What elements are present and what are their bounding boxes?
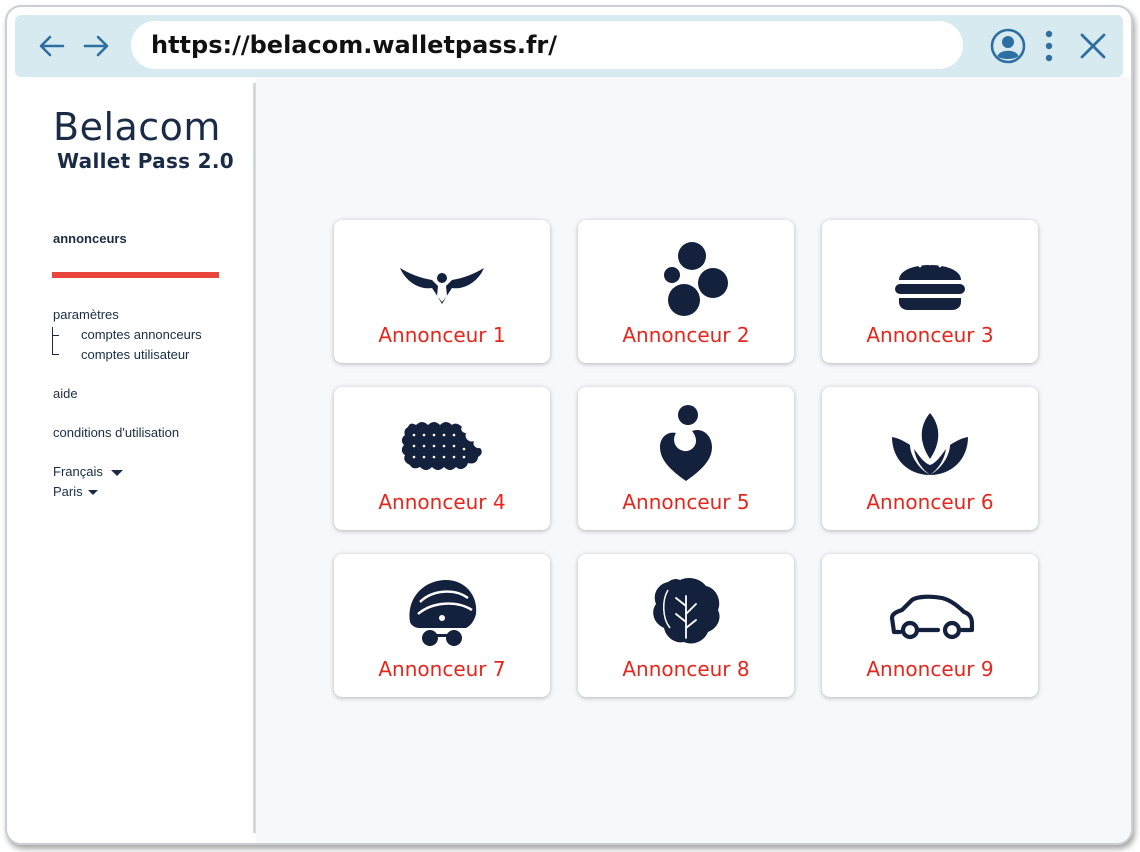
- advertiser-card-7[interactable]: Annonceur 7: [334, 554, 550, 697]
- turban-icon: [398, 572, 486, 650]
- back-button[interactable]: [35, 29, 69, 63]
- advertiser-card-5[interactable]: Annonceur 5: [578, 387, 794, 530]
- advertiser-label: Annonceur 4: [378, 490, 506, 514]
- language-value: Français: [53, 464, 103, 479]
- advertiser-label: Annonceur 2: [622, 323, 750, 347]
- advertiser-card-9[interactable]: Annonceur 9: [822, 554, 1038, 697]
- heart-person-icon: [642, 405, 730, 483]
- bubbles-icon: [642, 238, 730, 316]
- advertiser-label: Annonceur 7: [378, 657, 506, 681]
- burger-icon: [886, 238, 974, 316]
- car-icon: [886, 572, 974, 650]
- active-indicator: [52, 272, 219, 278]
- biscuit-icon: [398, 405, 486, 483]
- tree-tick: [52, 354, 59, 355]
- close-icon: [1080, 33, 1106, 59]
- more-vertical-icon: [1045, 30, 1053, 62]
- sidebar-item-aide[interactable]: aide: [53, 386, 78, 401]
- browser-toolbar: https://belacom.walletpass.fr/: [15, 15, 1123, 77]
- brand-subtitle: Wallet Pass 2.0: [57, 149, 234, 173]
- forward-button[interactable]: [79, 29, 113, 63]
- city-select[interactable]: Paris: [53, 484, 98, 499]
- advertiser-card-8[interactable]: Annonceur 8: [578, 554, 794, 697]
- chevron-down-icon: [110, 469, 123, 476]
- sidebar: Belacom Wallet Pass 2.0 annonceurs param…: [15, 77, 255, 841]
- tree-tick: [52, 335, 59, 336]
- advertiser-card-4[interactable]: Annonceur 4: [334, 387, 550, 530]
- sidebar-item-conditions[interactable]: conditions d'utilisation: [53, 425, 179, 440]
- eagle-icon: [398, 238, 486, 316]
- brand-logo: Belacom: [53, 105, 221, 149]
- more-button[interactable]: [1039, 29, 1059, 68]
- lotus-icon: [886, 405, 974, 483]
- address-bar[interactable]: https://belacom.walletpass.fr/: [131, 21, 963, 69]
- advertiser-label: Annonceur 5: [622, 490, 750, 514]
- brand-name: Belacom: [53, 105, 221, 149]
- close-button[interactable]: [1077, 30, 1109, 67]
- advertiser-label: Annonceur 9: [866, 657, 994, 681]
- account-button[interactable]: [989, 27, 1027, 70]
- advertiser-card-6[interactable]: Annonceur 6: [822, 387, 1038, 530]
- url-text: https://belacom.walletpass.fr/: [151, 31, 558, 59]
- advertiser-label: Annonceur 6: [866, 490, 994, 514]
- sidebar-item-parametres[interactable]: paramètres: [53, 307, 119, 322]
- arrow-right-icon: [83, 35, 109, 57]
- sidebar-item-comptes-utilisateur[interactable]: comptes utilisateur: [81, 347, 189, 362]
- arrow-left-icon: [39, 35, 65, 57]
- advertiser-card-1[interactable]: Annonceur 1: [334, 220, 550, 363]
- city-value: Paris: [53, 484, 83, 499]
- language-select[interactable]: Français: [53, 464, 123, 479]
- advertiser-label: Annonceur 1: [378, 323, 506, 347]
- chevron-down-icon: [87, 490, 98, 496]
- tree-line: [52, 327, 53, 355]
- advertiser-card-2[interactable]: Annonceur 2: [578, 220, 794, 363]
- sidebar-item-annonceurs[interactable]: annonceurs: [53, 231, 127, 246]
- user-circle-icon: [990, 28, 1026, 64]
- sidebar-item-comptes-annonceurs[interactable]: comptes annonceurs: [81, 327, 202, 342]
- advertiser-label: Annonceur 8: [622, 657, 750, 681]
- advertiser-label: Annonceur 3: [866, 323, 994, 347]
- browser-window: https://belacom.walletpass.fr/ Belacom W…: [5, 5, 1133, 845]
- advertisers-grid-area: Annonceur 1 Annonceur 2 Annonceur 3 Anno…: [256, 77, 1131, 843]
- advertiser-card-3[interactable]: Annonceur 3: [822, 220, 1038, 363]
- lettuce-icon: [642, 572, 730, 650]
